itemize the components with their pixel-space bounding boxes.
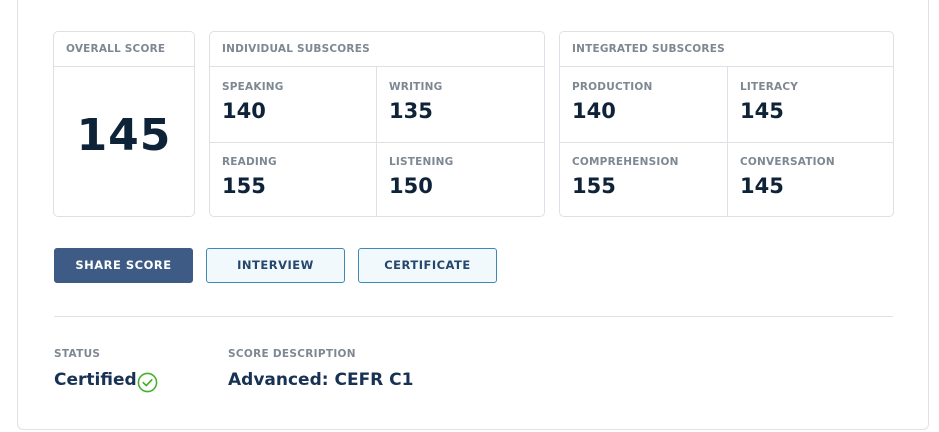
subscore-writing: WRITING 135 — [377, 67, 544, 142]
status-value: Certified — [54, 370, 137, 390]
score-page: OVERALL SCORE 145 INDIVIDUAL SUBSCORES S… — [0, 0, 939, 432]
integrated-subscores-box: INTEGRATED SUBSCORES PRODUCTION 140 LITE… — [559, 31, 894, 217]
subscore-listening: LISTENING 150 — [377, 142, 544, 216]
individual-subscores-label: INDIVIDUAL SUBSCORES — [222, 43, 370, 55]
subscore-value: 135 — [389, 99, 433, 123]
subscore-production: PRODUCTION 140 — [560, 67, 727, 142]
subscore-label: LISTENING — [389, 156, 454, 168]
share-score-button[interactable]: SHARE SCORE — [54, 248, 193, 283]
interview-button[interactable]: INTERVIEW — [206, 248, 345, 283]
score-description-value: Advanced: CEFR C1 — [228, 370, 414, 390]
subscore-label: CONVERSATION — [740, 156, 835, 168]
subscore-label: SPEAKING — [222, 81, 284, 93]
subscore-conversation: CONVERSATION 145 — [728, 142, 893, 216]
subscore-label: PRODUCTION — [572, 81, 653, 93]
section-divider — [54, 316, 893, 317]
subscore-speaking: SPEAKING 140 — [210, 67, 376, 142]
integrated-subscores-label: INTEGRATED SUBSCORES — [572, 43, 725, 55]
subscore-label: LITERACY — [740, 81, 799, 93]
status-label: STATUS — [54, 348, 101, 360]
subscore-value: 145 — [740, 174, 784, 198]
subscore-value: 155 — [222, 174, 266, 198]
subscore-comprehension: COMPREHENSION 155 — [560, 142, 727, 216]
subscore-value: 145 — [740, 99, 784, 123]
certificate-button[interactable]: CERTIFICATE — [358, 248, 497, 283]
integrated-subscores-header: INTEGRATED SUBSCORES — [560, 32, 893, 67]
overall-score-box: OVERALL SCORE 145 — [53, 31, 195, 217]
subscore-reading: READING 155 — [210, 142, 376, 216]
subscore-value: 140 — [572, 99, 616, 123]
overall-score-value: 145 — [76, 110, 172, 161]
subscore-label: COMPREHENSION — [572, 156, 679, 168]
subscore-value: 155 — [572, 174, 616, 198]
overall-score-label: OVERALL SCORE — [66, 43, 166, 55]
subscore-value: 140 — [222, 99, 266, 123]
individual-subscores-box: INDIVIDUAL SUBSCORES SPEAKING 140 WRITIN… — [209, 31, 545, 217]
check-circle-icon — [137, 372, 158, 393]
subscore-label: WRITING — [389, 81, 443, 93]
subscore-value: 150 — [389, 174, 433, 198]
score-description-label: SCORE DESCRIPTION — [228, 348, 356, 360]
subscore-literacy: LITERACY 145 — [728, 67, 893, 142]
subscore-label: READING — [222, 156, 277, 168]
individual-subscores-header: INDIVIDUAL SUBSCORES — [210, 32, 544, 67]
overall-score-header: OVERALL SCORE — [54, 32, 194, 67]
